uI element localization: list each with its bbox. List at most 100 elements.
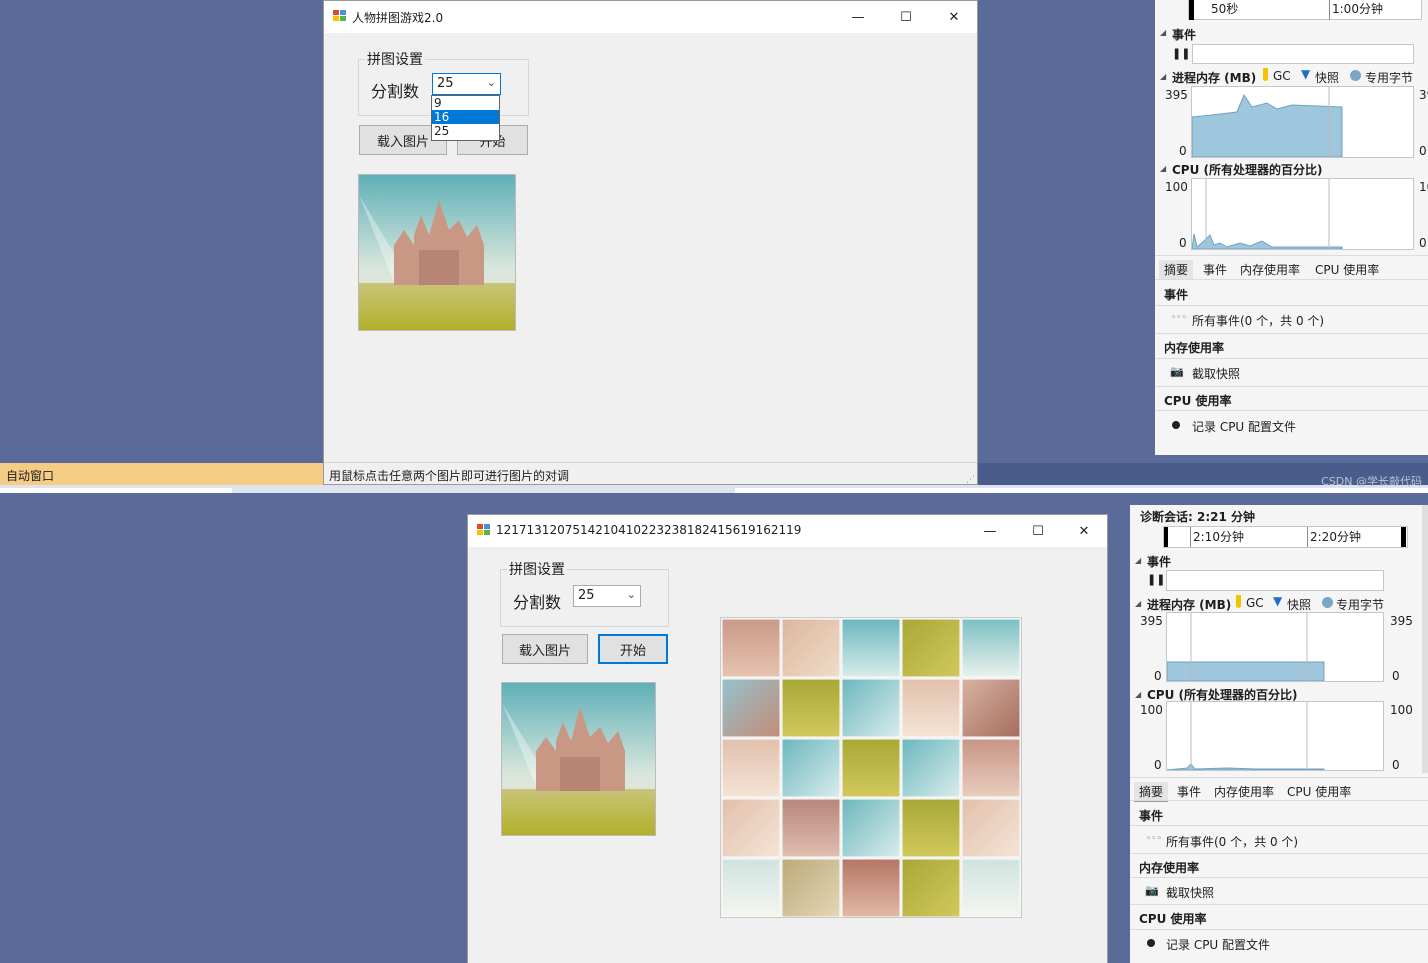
split-count-combobox[interactable]: 25 ⌄ xyxy=(432,73,501,95)
close-button[interactable]: ✕ xyxy=(931,1,977,33)
puzzle-tile[interactable] xyxy=(721,618,781,678)
minimize-button[interactable]: — xyxy=(967,515,1013,547)
record-icon xyxy=(1172,421,1180,429)
memory-chart xyxy=(1166,612,1384,682)
tab-cpu-usage[interactable]: CPU 使用率 xyxy=(1287,783,1351,800)
events-header: 事件 xyxy=(1147,555,1172,569)
maximize-button[interactable]: ☐ xyxy=(1015,515,1061,547)
puzzle-tile[interactable] xyxy=(901,738,961,798)
maximize-button[interactable]: ☐ xyxy=(883,1,929,33)
puzzle-tile[interactable] xyxy=(721,678,781,738)
record-cpu-profile-button[interactable]: 记录 CPU 配置文件 xyxy=(1192,418,1296,435)
resize-grip-icon[interactable]: ⋰ xyxy=(966,475,975,484)
puzzle-tile[interactable] xyxy=(841,618,901,678)
dropdown-option-9[interactable]: 9 xyxy=(432,96,499,110)
collapse-icon[interactable]: ◢ xyxy=(1160,164,1166,173)
puzzle-tile[interactable] xyxy=(781,738,841,798)
puzzle-tile[interactable] xyxy=(841,738,901,798)
puzzle-tile[interactable] xyxy=(721,798,781,858)
puzzle-tile[interactable] xyxy=(961,738,1021,798)
snapshot-icon: ▼ xyxy=(1273,594,1283,608)
title-bar[interactable]: 人物拼图游戏2.0 — ☐ ✕ xyxy=(324,1,977,33)
cpu-chart xyxy=(1191,178,1414,250)
start-button[interactable]: 开始 xyxy=(598,634,668,664)
take-snapshot-button[interactable]: 截取快照 xyxy=(1166,884,1214,901)
puzzle-window-bottom: 1217131207514210410223238182415619162119… xyxy=(467,514,1108,963)
tab-summary[interactable]: 摘要 xyxy=(1134,782,1169,802)
collapse-icon[interactable]: ◢ xyxy=(1160,72,1166,81)
scrollbar[interactable] xyxy=(1422,505,1428,773)
puzzle-tile[interactable] xyxy=(961,678,1021,738)
minimize-button[interactable]: — xyxy=(835,1,881,33)
mem-axis-max: 395 xyxy=(1165,88,1188,102)
tab-cpu-usage[interactable]: CPU 使用率 xyxy=(1315,261,1379,278)
all-events-link[interactable]: 所有事件(0 个，共 0 个) xyxy=(1192,312,1324,329)
puzzle-tile[interactable] xyxy=(781,858,841,918)
tick-label: 2:20分钟 xyxy=(1310,530,1361,544)
section-events: 事件 xyxy=(1139,809,1164,823)
section-memory: 内存使用率 xyxy=(1164,341,1225,355)
collapse-icon[interactable]: ◢ xyxy=(1135,690,1141,699)
puzzle-tile[interactable] xyxy=(841,798,901,858)
close-button[interactable]: ✕ xyxy=(1061,515,1107,547)
tick-label: 1:00分钟 xyxy=(1332,2,1383,16)
pause-icon[interactable]: ❚❚ xyxy=(1147,573,1165,586)
app-icon xyxy=(333,10,347,22)
cpu-axis-right-max: 10 xyxy=(1419,180,1428,194)
section-events: 事件 xyxy=(1164,288,1189,302)
legend-private-bytes: 专用字节 xyxy=(1336,598,1385,612)
pause-icon[interactable]: ❚❚ xyxy=(1172,47,1190,60)
events-header: 事件 xyxy=(1172,28,1197,42)
timeline-ruler: 50秒 1:00分钟 xyxy=(1188,0,1422,20)
section-memory: 内存使用率 xyxy=(1139,861,1200,875)
puzzle-tile[interactable] xyxy=(841,678,901,738)
collapse-icon[interactable]: ◢ xyxy=(1135,599,1141,608)
puzzle-tile[interactable] xyxy=(961,798,1021,858)
load-image-button[interactable]: 载入图片 xyxy=(502,634,588,664)
auto-window-tab[interactable]: 自动窗口 xyxy=(0,463,323,485)
split-count-combobox[interactable]: 25 ⌄ xyxy=(573,585,641,607)
private-bytes-icon xyxy=(1350,70,1361,81)
cpu-axis-max: 100 xyxy=(1140,703,1163,717)
collapse-icon[interactable]: ◢ xyxy=(1160,28,1166,37)
tab-summary[interactable]: 摘要 xyxy=(1159,260,1194,280)
tab-events[interactable]: 事件 xyxy=(1177,783,1201,800)
tab-memory-usage[interactable]: 内存使用率 xyxy=(1214,783,1274,800)
dropdown-option-16[interactable]: 16 xyxy=(432,110,499,124)
gc-icon xyxy=(1236,595,1241,608)
puzzle-tile[interactable] xyxy=(841,858,901,918)
split-value: 25 xyxy=(578,588,595,603)
puzzle-tile[interactable] xyxy=(781,618,841,678)
all-events-link[interactable]: 所有事件(0 个，共 0 个) xyxy=(1166,833,1298,850)
mem-axis-right-min: 0 xyxy=(1392,669,1400,683)
diagnostic-tools-panel-bottom: 诊断会话: 2:21 分钟 2:10分钟 2:20分钟 ◢ 事件 ❚❚ ◢ 进程… xyxy=(1130,505,1428,963)
events-track xyxy=(1192,44,1414,64)
puzzle-window-top: 人物拼图游戏2.0 — ☐ ✕ 拼图设置 分割数 25 ⌄ 载入图片 开始 9 … xyxy=(323,0,978,485)
take-snapshot-button[interactable]: 截取快照 xyxy=(1192,365,1240,382)
puzzle-tile[interactable] xyxy=(901,858,961,918)
puzzle-tile[interactable] xyxy=(781,678,841,738)
puzzle-tile[interactable] xyxy=(901,678,961,738)
status-text: 用鼠标点击任意两个图片即可进行图片的对调 xyxy=(329,469,570,483)
puzzle-tile[interactable] xyxy=(961,618,1021,678)
title-bar[interactable]: 1217131207514210410223238182415619162119… xyxy=(468,515,1107,547)
puzzle-tile[interactable] xyxy=(961,858,1021,918)
mem-axis-right-max: 39 xyxy=(1419,88,1428,102)
puzzle-tile[interactable] xyxy=(781,798,841,858)
mem-axis-min: 0 xyxy=(1179,144,1187,158)
puzzle-tile[interactable] xyxy=(901,618,961,678)
chevron-down-icon: ⌄ xyxy=(486,76,496,89)
dropdown-option-25[interactable]: 25 xyxy=(432,124,499,138)
puzzle-tiles[interactable] xyxy=(721,618,1021,918)
tab-events[interactable]: 事件 xyxy=(1203,261,1227,278)
tab-memory-usage[interactable]: 内存使用率 xyxy=(1240,261,1300,278)
puzzle-tile[interactable] xyxy=(901,798,961,858)
mem-axis-right-max: 395 xyxy=(1390,614,1413,628)
puzzle-tile[interactable] xyxy=(721,858,781,918)
cpu-axis-right-min: 0 xyxy=(1392,758,1400,772)
record-cpu-profile-button[interactable]: 记录 CPU 配置文件 xyxy=(1166,936,1270,953)
puzzle-tile[interactable] xyxy=(721,738,781,798)
collapse-icon[interactable]: ◢ xyxy=(1135,556,1141,565)
tick-label: 2:10分钟 xyxy=(1193,530,1244,544)
mem-axis-right-min: 0 xyxy=(1419,144,1427,158)
